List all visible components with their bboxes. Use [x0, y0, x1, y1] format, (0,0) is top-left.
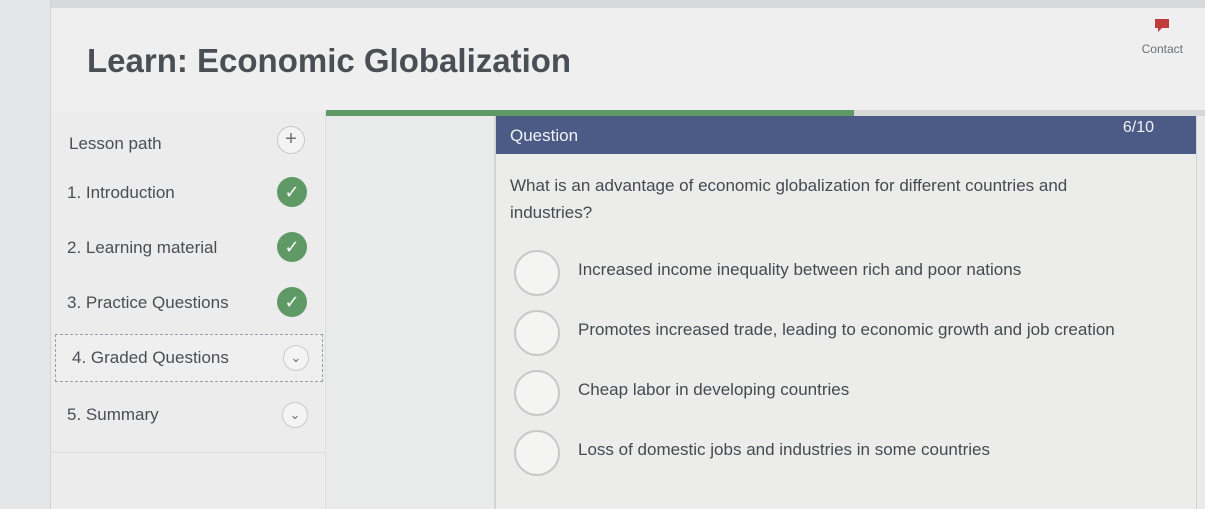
- answer-option-label: Increased income inequality between rich…: [578, 260, 1022, 279]
- contact-button[interactable]: Contact: [1142, 18, 1183, 56]
- radio-button[interactable]: [514, 430, 560, 476]
- question-panel: Question 6/10 What is an advantage of ec…: [494, 116, 1197, 509]
- window-top-strip: [0, 0, 1205, 8]
- radio-button[interactable]: [514, 310, 560, 356]
- question-text: What is an advantage of economic globali…: [510, 176, 1068, 222]
- contact-label: Contact: [1141, 42, 1183, 56]
- answer-option[interactable]: Increased income inequality between rich…: [514, 250, 1184, 300]
- question-counter: 6/10: [1122, 119, 1154, 136]
- radio-button[interactable]: [514, 370, 560, 416]
- checkmark-icon: ✓: [277, 287, 307, 317]
- answer-option-label: Cheap labor in developing countries: [578, 380, 850, 399]
- sidebar-item-introduction[interactable]: 1. Introduction ✓: [51, 170, 325, 216]
- page-title: Learn: Economic Globalization: [87, 42, 572, 79]
- question-header-bar: Question 6/10: [496, 116, 1196, 154]
- sidebar-item-label: 5. Summary: [67, 405, 159, 424]
- answer-option-label: Promotes increased trade, leading to eco…: [578, 320, 1115, 339]
- sidebar-divider: [51, 452, 325, 453]
- sidebar-item-label: 1. Introduction: [67, 183, 175, 202]
- sidebar-item-graded-questions[interactable]: 4. Graded Questions ⌄: [55, 334, 323, 382]
- chevron-down-icon[interactable]: ⌄: [282, 402, 308, 428]
- answer-option-label: Loss of domestic jobs and industries in …: [578, 440, 990, 459]
- plus-icon[interactable]: +: [277, 126, 305, 154]
- sidebar-item-learning-material[interactable]: 2. Learning material ✓: [51, 225, 325, 271]
- lesson-path-heading: Lesson path: [69, 134, 162, 153]
- sidebar-item-label: 3. Practice Questions: [67, 293, 229, 312]
- chat-bubble-icon: [1155, 19, 1170, 32]
- sidebar-item-practice-questions[interactable]: 3. Practice Questions ✓: [51, 280, 325, 326]
- answer-option[interactable]: Promotes increased trade, leading to eco…: [514, 310, 1184, 360]
- page-header: Learn: Economic Globalization Contact: [51, 8, 1205, 112]
- lesson-path-sidebar: Lesson path + 1. Introduction ✓ 2. Learn…: [51, 112, 326, 509]
- sidebar-item-label: 4. Graded Questions: [72, 348, 229, 367]
- question-label: Question: [510, 126, 579, 145]
- checkmark-icon: ✓: [277, 232, 307, 262]
- radio-button[interactable]: [514, 250, 560, 296]
- answer-option[interactable]: Cheap labor in developing countries: [514, 370, 1184, 420]
- chevron-down-icon[interactable]: ⌄: [283, 345, 309, 371]
- checkmark-icon: ✓: [277, 177, 307, 207]
- left-rail: [0, 0, 51, 509]
- answer-option[interactable]: Loss of domestic jobs and industries in …: [514, 430, 1184, 480]
- sidebar-item-summary[interactable]: 5. Summary ⌄: [51, 392, 325, 438]
- sidebar-item-label: 2. Learning material: [67, 238, 218, 257]
